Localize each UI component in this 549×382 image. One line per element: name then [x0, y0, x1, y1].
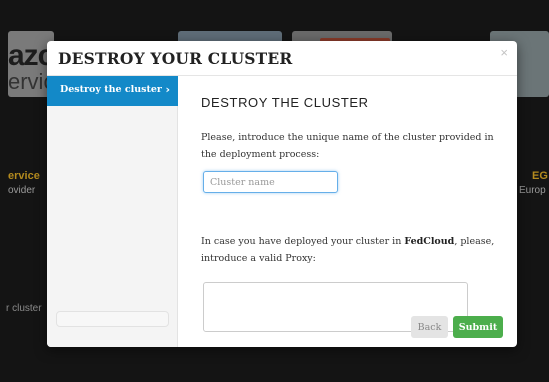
destroy-cluster-modal: DESTROY YOUR CLUSTER × Destroy the clust… [47, 41, 517, 347]
proxy-instructions: In case you have deployed your cluster i… [201, 233, 501, 267]
background-card-title: ervice [8, 170, 40, 182]
cluster-name-input[interactable] [203, 171, 338, 193]
back-button[interactable]: Back [411, 316, 448, 338]
fedcloud-label: FedCloud [404, 236, 455, 247]
modal-title: DESTROY YOUR CLUSTER [58, 49, 293, 68]
sidebar-item-destroy-the-cluster[interactable]: Destroy the cluster › [47, 76, 178, 106]
background-card-subtitle: Europ [519, 185, 546, 196]
sidebar-footer-box [56, 311, 169, 327]
background-card-title: EG [532, 170, 548, 182]
sidebar-item-label: Destroy the cluster [60, 84, 162, 95]
modal-header: DESTROY YOUR CLUSTER × [47, 41, 517, 76]
background-text: r cluster [6, 303, 42, 314]
proxy-instructions-text: In case you have deployed your cluster i… [201, 236, 405, 247]
modal-content: DESTROY THE CLUSTER Please, introduce th… [178, 76, 517, 347]
background-card-subtitle: ovider [8, 185, 36, 196]
submit-button[interactable]: Submit [453, 316, 503, 338]
chevron-right-icon: › [165, 83, 170, 96]
cluster-name-instructions: Please, introduce the unique name of the… [201, 132, 494, 160]
section-title: DESTROY THE CLUSTER [201, 95, 369, 110]
wizard-sidebar: Destroy the cluster › [47, 76, 178, 347]
close-icon[interactable]: × [500, 46, 508, 59]
